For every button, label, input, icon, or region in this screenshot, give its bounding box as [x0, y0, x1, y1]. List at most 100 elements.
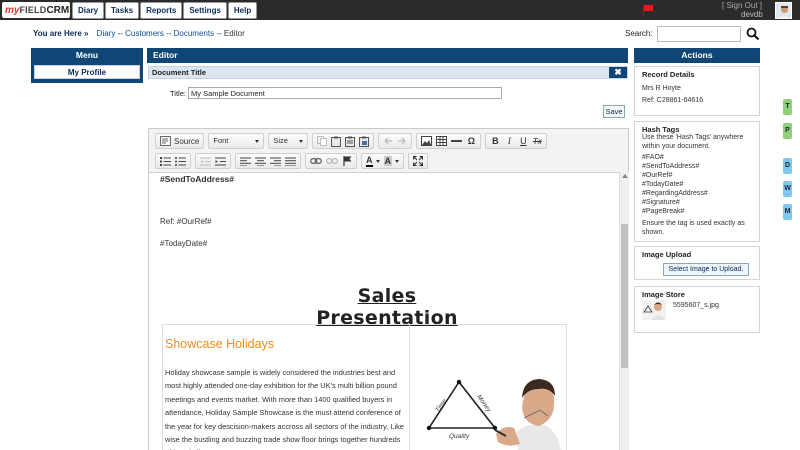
redo-icon[interactable] [395, 134, 409, 148]
image-icon[interactable] [419, 134, 434, 148]
breadcrumb: You are Here » Diary -- Customers -- Doc… [33, 29, 245, 39]
rich-text-editor: Source Font Size Ω B I U Tx A A #SendToA… [148, 128, 629, 450]
menu-item-my-profile[interactable]: My Profile [34, 65, 140, 79]
italic-button[interactable]: I [502, 134, 516, 148]
special-char-icon[interactable]: Ω [464, 134, 478, 148]
align-left-icon[interactable] [238, 154, 253, 168]
side-tab-p[interactable]: P [783, 123, 792, 139]
font-color-icon[interactable]: A [364, 154, 382, 168]
nav-diary[interactable]: Diary [72, 2, 105, 19]
horizontal-line-icon[interactable] [449, 134, 464, 148]
record-name: Mrs R Hoyte [642, 85, 681, 92]
image-store-box: Image Store 5595607_s.jpg [634, 286, 760, 333]
left-menu: Menu My Profile [31, 48, 143, 83]
image-upload-box: Image Upload Select Image to Upload. [634, 246, 760, 280]
nav-reports[interactable]: Reports [140, 2, 183, 19]
table-icon[interactable] [434, 134, 449, 148]
bold-button[interactable]: B [488, 134, 502, 148]
maximize-icon[interactable] [411, 154, 425, 168]
nav-tasks[interactable]: Tasks [105, 2, 140, 19]
numbered-list-icon[interactable] [158, 154, 173, 168]
size-select[interactable]: Size [268, 133, 309, 149]
clipboard-group [312, 133, 375, 149]
underline-button[interactable]: U [516, 134, 530, 148]
bg-color-icon[interactable]: A [382, 154, 402, 168]
source-group: Source [155, 133, 205, 149]
anchor-flag-icon[interactable] [340, 154, 354, 168]
title-label: Title: [170, 89, 186, 98]
showcase-paragraph: Holiday showcase sample is widely consid… [165, 368, 404, 450]
source-icon [160, 136, 171, 146]
diagram-label-quality: Quality [449, 433, 470, 440]
source-button[interactable]: Source [158, 134, 201, 148]
chevron-down-icon [299, 140, 304, 143]
nav-help[interactable]: Help [227, 2, 258, 19]
app-logo[interactable]: myFIELDCRM [2, 2, 70, 18]
hash-tags-note: shown. [642, 229, 665, 236]
align-center-icon[interactable] [253, 154, 268, 168]
today-date-tag: #TodayDate# [160, 239, 208, 248]
close-button[interactable]: ✖ [609, 67, 627, 78]
breadcrumb-prefix: You are Here » [33, 29, 89, 38]
link-icon[interactable] [308, 154, 324, 168]
paste-icon[interactable] [329, 134, 343, 148]
indent-group [195, 153, 231, 169]
source-label: Source [174, 136, 200, 146]
editor-scrollbar[interactable] [619, 172, 629, 450]
title-input[interactable] [188, 87, 502, 99]
logo-field: FIELD [19, 5, 47, 15]
breadcrumb-customers[interactable]: Customers [125, 29, 164, 38]
copy-icon[interactable] [315, 134, 329, 148]
search-icon[interactable] [746, 27, 760, 41]
breadcrumb-documents[interactable]: Documents [174, 29, 214, 38]
record-details-title: Record Details [642, 70, 695, 79]
breadcrumb-separator: -- [216, 29, 222, 38]
bullet-list-icon[interactable] [173, 154, 188, 168]
scroll-thumb[interactable] [621, 224, 628, 368]
outdent-icon[interactable] [198, 154, 213, 168]
scroll-up-icon[interactable] [622, 174, 628, 178]
image-filename[interactable]: 5595607_s.jpg [673, 302, 719, 309]
image-thumbnail[interactable] [642, 300, 666, 320]
document-title-bar: Document Title [148, 66, 628, 79]
breadcrumb-editor: Editor [223, 29, 245, 38]
history-group [378, 133, 413, 149]
flag-icon[interactable] [643, 5, 654, 15]
view-group [408, 153, 428, 169]
avatar[interactable] [775, 2, 792, 19]
search-label: Search: [625, 29, 653, 38]
our-ref-line: Ref: #OurRef# [160, 217, 212, 226]
link-group [305, 153, 357, 169]
unlink-icon[interactable] [324, 154, 340, 168]
side-tab-d[interactable]: D [783, 158, 792, 174]
side-tab-m[interactable]: M [783, 204, 792, 220]
font-select[interactable]: Font [208, 133, 265, 149]
image-upload-title: Image Upload [642, 250, 692, 259]
breadcrumb-separator: -- [117, 29, 123, 38]
undo-icon[interactable] [381, 134, 395, 148]
editor-content[interactable]: #SendToAddress# Ref: #OurRef# #TodayDate… [149, 172, 619, 450]
size-select-label: Size [273, 136, 288, 145]
search-input[interactable] [657, 26, 741, 42]
side-tab-t[interactable]: T [783, 99, 792, 115]
color-group: A A [361, 153, 404, 169]
list-group [155, 153, 191, 169]
select-image-button[interactable]: Select Image to Upload. [663, 263, 749, 276]
image-store-title: Image Store [642, 290, 685, 299]
username: devdb [741, 10, 763, 19]
indent-icon[interactable] [213, 154, 228, 168]
align-justify-icon[interactable] [283, 154, 298, 168]
breadcrumb-separator: -- [166, 29, 172, 38]
nav-settings[interactable]: Settings [183, 2, 227, 19]
breadcrumb-diary[interactable]: Diary [97, 29, 116, 38]
font-select-label: Font [213, 136, 229, 145]
side-tab-w[interactable]: W [783, 181, 792, 197]
sign-out-link[interactable]: [ Sign Out ] [722, 2, 762, 10]
insert-group: Ω [416, 133, 482, 149]
clear-format-icon[interactable]: Tx [530, 134, 544, 148]
save-button[interactable]: Save [603, 105, 625, 118]
align-right-icon[interactable] [268, 154, 283, 168]
paste-text-icon[interactable] [343, 134, 357, 148]
hash-tag-page-break[interactable]: #PageBreak# [642, 207, 684, 217]
paste-word-icon[interactable] [357, 134, 371, 148]
